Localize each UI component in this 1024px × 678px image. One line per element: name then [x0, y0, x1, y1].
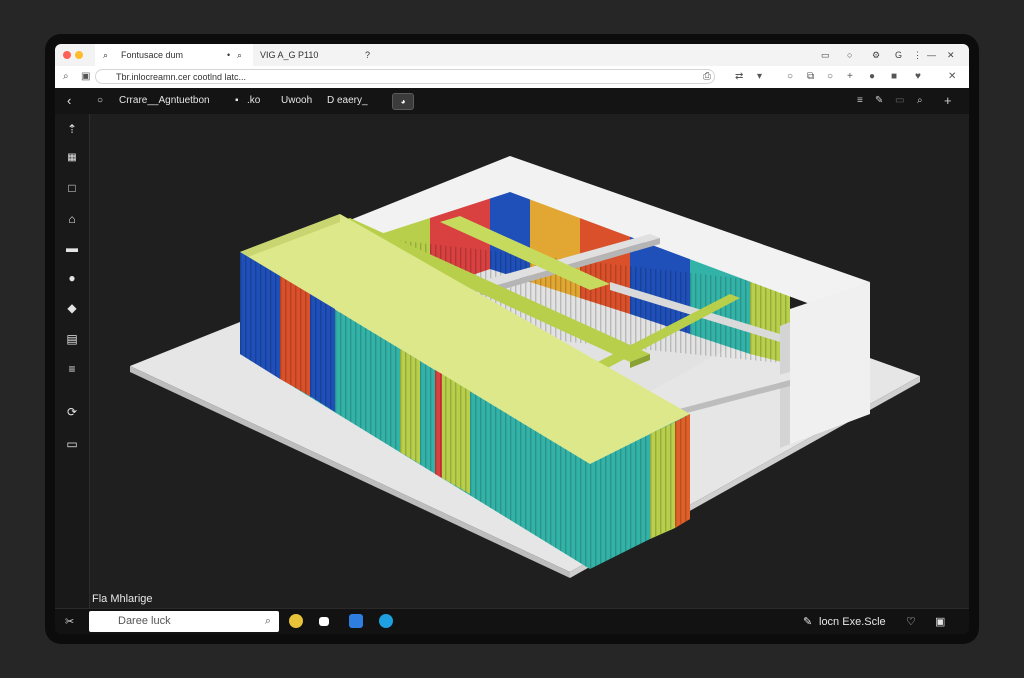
- device-frame: ⌕ Fontusace dum • ⌕ VIG A_G P110 ? ▭ ○ ⚙…: [45, 34, 979, 644]
- address-bar: ⌕ ▣ Tbr.inlocreamn.cer cootlnd latc... ⎙…: [55, 66, 969, 89]
- tray-text: locn Exe.Scle: [819, 616, 886, 628]
- lock-icon: ▣: [81, 71, 91, 82]
- app-icon-browser[interactable]: [379, 614, 393, 628]
- pencil-icon[interactable]: ✎: [875, 88, 883, 114]
- panel-icon[interactable]: ▭: [895, 88, 904, 114]
- tab-search-icon: ⌕: [237, 50, 243, 60]
- copy-icon[interactable]: ⧉: [807, 66, 814, 88]
- sidebar: ⇡ ▦ □ ⌂ ▬ ● ◆ ▤ ≡ ⟳ ▭: [55, 114, 90, 608]
- close-icon[interactable]: ✕: [948, 66, 956, 88]
- search-icon: ⌕: [63, 71, 69, 82]
- search-icon[interactable]: ⌕: [917, 88, 923, 114]
- tab-audio-icon: •: [227, 50, 231, 60]
- tools-icon[interactable]: ✂: [65, 609, 74, 634]
- circle-icon[interactable]: ○: [97, 88, 103, 114]
- tab-label: Fontusace dum: [121, 50, 184, 60]
- toolbar-item-ko[interactable]: .ko: [247, 88, 260, 114]
- translate-icon[interactable]: ⇄: [735, 66, 743, 88]
- circle-icon[interactable]: ○: [787, 66, 793, 88]
- app-toolbar: ‹ ○ Crrare__Agntuetbon ▪ .ko Uwooh D eae…: [55, 88, 969, 115]
- circle-icon[interactable]: ○: [827, 66, 833, 88]
- taskbar-search[interactable]: Daree luck ⌕: [89, 611, 279, 632]
- building-model: [130, 156, 920, 578]
- tab-inactive[interactable]: VIG A_G P110 ?: [260, 44, 390, 66]
- square-icon[interactable]: □: [55, 178, 89, 198]
- user-icon[interactable]: ●: [55, 268, 89, 288]
- home-icon[interactable]: ⌂: [55, 209, 89, 229]
- window-minimize-dot[interactable]: [75, 51, 83, 59]
- pin-icon[interactable]: ⇡: [55, 119, 89, 139]
- browser-tab-bar: ⌕ Fontusace dum • ⌕ VIG A_G P110 ? ▭ ○ ⚙…: [55, 44, 969, 67]
- app-icon-folder[interactable]: [349, 614, 363, 628]
- url-text: Tbr.inlocreamn.cer cootlnd latc...: [116, 72, 247, 82]
- url-field[interactable]: Tbr.inlocreamn.cer cootlnd latc...: [95, 69, 715, 84]
- profile-icon[interactable]: ●: [869, 66, 875, 88]
- stop-icon[interactable]: ■: [891, 66, 897, 88]
- page-icon[interactable]: ⎙: [703, 66, 711, 88]
- pen-icon[interactable]: ✎: [803, 609, 812, 634]
- tag-icon[interactable]: ◆: [55, 298, 89, 318]
- model-viewport[interactable]: [90, 114, 969, 608]
- search-placeholder: Daree luck: [118, 615, 171, 627]
- refresh-icon[interactable]: ⟳: [55, 402, 89, 422]
- heart-icon[interactable]: ♥: [915, 66, 921, 88]
- toolbar-item-create[interactable]: Crrare__Agntuetbon: [119, 88, 210, 114]
- toggle-icon[interactable]: ◕: [392, 93, 414, 110]
- toolbar-item-uwooh[interactable]: Uwooh: [281, 88, 312, 114]
- search-icon: ⌕: [264, 615, 271, 627]
- toolbar-item-query[interactable]: D eaery_: [327, 88, 368, 114]
- more-icon[interactable]: ⋮: [913, 44, 922, 66]
- print-icon[interactable]: ▬: [55, 238, 89, 258]
- tab-close-icon[interactable]: ?: [365, 44, 370, 66]
- app-icon-photos[interactable]: [289, 614, 303, 628]
- add-icon[interactable]: +: [847, 66, 853, 88]
- circle-icon[interactable]: ○: [847, 44, 852, 66]
- image-icon[interactable]: ▪: [235, 88, 239, 114]
- menu-icon[interactable]: ≡: [857, 88, 863, 114]
- tab-active[interactable]: ⌕ Fontusace dum • ⌕: [95, 44, 253, 66]
- heart-icon[interactable]: ♡: [906, 609, 916, 634]
- window-close-dot[interactable]: [63, 51, 71, 59]
- g-icon[interactable]: G: [895, 44, 902, 66]
- list-icon[interactable]: ≡: [55, 359, 89, 379]
- settings-icon[interactable]: ⚙: [872, 44, 880, 66]
- screen: ⌕ Fontusace dum • ⌕ VIG A_G P110 ? ▭ ○ ⚙…: [55, 44, 969, 634]
- viewport-label: Fla Mhlarige: [92, 593, 153, 605]
- taskbar: ✂ Daree luck ⌕ ✎ locn Exe.Scle ♡ ▣: [55, 608, 969, 634]
- window-icon[interactable]: ▭: [55, 434, 89, 454]
- notification-icon[interactable]: ▣: [935, 609, 945, 634]
- bookmark-icon[interactable]: ▭: [821, 44, 830, 66]
- search-icon: ⌕: [103, 50, 109, 60]
- app-icon-chat[interactable]: [319, 617, 329, 626]
- printer-icon[interactable]: ▤: [55, 329, 89, 349]
- close-icon[interactable]: ✕: [947, 44, 955, 66]
- chevron-down-icon[interactable]: ▾: [757, 66, 762, 88]
- qr-icon[interactable]: ▦: [55, 148, 89, 168]
- tab-label: VIG A_G P110: [260, 50, 319, 60]
- add-icon[interactable]: +: [944, 88, 952, 114]
- minimize-icon[interactable]: —: [927, 44, 936, 66]
- back-icon[interactable]: ‹: [67, 88, 71, 114]
